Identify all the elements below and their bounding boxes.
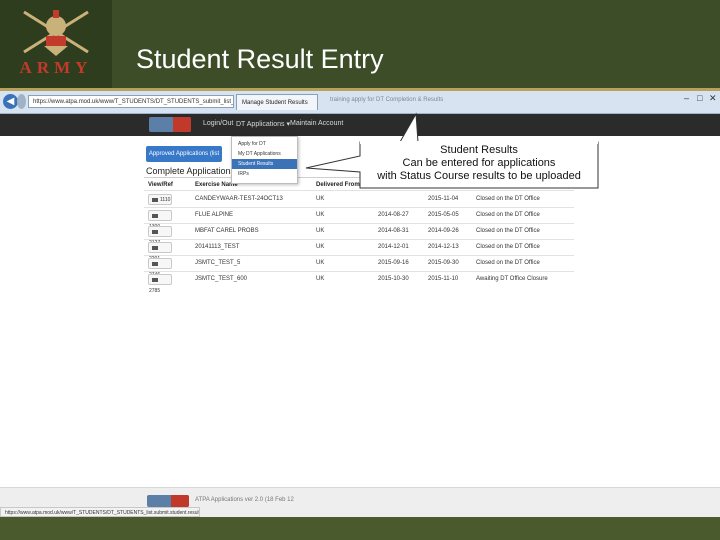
start-date: 2015-09-16	[378, 260, 409, 266]
exercise-name: JSMTC_TEST_5	[195, 260, 241, 266]
row-divider	[144, 223, 574, 224]
nav-dt-applications[interactable]: DT Applications ▾	[236, 120, 290, 128]
exercise-name: JSMTC_TEST_600	[195, 276, 248, 282]
status-text: Closed on the DT Office	[476, 244, 540, 250]
status-text: Closed on the DT Office	[476, 196, 540, 202]
callout-line-3: with Status Course results to be uploade…	[377, 170, 581, 182]
menu-item-apply-for-dt[interactable]: Apply for DT	[232, 139, 297, 149]
folder-icon	[152, 261, 158, 266]
delivered-from: UK	[316, 260, 325, 266]
slide-bottom-band	[0, 517, 720, 540]
address-bar[interactable]: https://www.atpa.mod.uk/www/T_STUDENTS/D…	[28, 95, 234, 108]
folder-icon	[152, 245, 158, 250]
end-date: 2015-09-30	[428, 260, 459, 266]
row-divider	[144, 207, 574, 208]
start-date: 2014-12-01	[378, 244, 409, 250]
end-date: 2015-11-04	[428, 196, 459, 202]
atpa-logo	[149, 117, 191, 132]
footer-atpa-logo	[147, 495, 189, 507]
view-button[interactable]: 1300	[148, 210, 172, 230]
start-date: 2014-08-31	[378, 228, 409, 234]
view-button[interactable]: 2746	[148, 258, 172, 278]
folder-icon	[152, 197, 158, 202]
army-logo: ARMY	[0, 0, 112, 88]
status-text: Closed on the DT Office	[476, 212, 540, 218]
folder-icon	[152, 229, 158, 234]
footer-version: ATPA Applications ver 2.0 (18 Feb 12	[195, 497, 294, 503]
slide-title: Student Result Entry	[136, 44, 384, 74]
forward-arrow-icon[interactable]	[17, 94, 26, 109]
nav-login-out[interactable]: Login/Out	[203, 120, 233, 127]
atpa-logo-red	[173, 117, 191, 132]
row-divider	[144, 255, 574, 256]
start-date: 2014-08-27	[378, 212, 409, 218]
exercise-name: FLUE ALPINE	[195, 212, 234, 218]
callout-text: Student Results Can be entered for appli…	[358, 144, 600, 183]
callout-line-1: Student Results	[440, 144, 518, 156]
end-date: 2014-12-13	[428, 244, 459, 250]
callout-line-2: Can be entered for applications	[402, 157, 556, 169]
col-view-ref: View/Ref	[148, 182, 173, 188]
status-text: Awaiting DT Office Closure	[476, 276, 548, 282]
view-button[interactable]: 2201	[148, 242, 172, 262]
start-date: 2015-10-30	[378, 276, 409, 282]
view-button[interactable]: 1110	[148, 194, 172, 205]
army-logo-text: ARMY	[19, 58, 93, 77]
delivered-from: UK	[316, 244, 325, 250]
exercise-name: CANDEYWAAR-TEST-24OCT13	[195, 196, 283, 202]
menu-item-student-results[interactable]: Student Results	[232, 159, 297, 169]
status-text: Closed on the DT Office	[476, 260, 540, 266]
row-divider	[144, 239, 574, 240]
delivered-from: UK	[316, 196, 325, 202]
menu-item-irps[interactable]: IRPs	[232, 169, 297, 179]
end-date: 2015-11-10	[428, 276, 459, 282]
end-date: 2014-09-26	[428, 228, 459, 234]
end-date: 2015-05-05	[428, 212, 459, 218]
delivered-from: UK	[316, 276, 325, 282]
dt-applications-dropdown: Apply for DT My DT Applications Student …	[231, 136, 298, 184]
minimize-icon[interactable]: –	[684, 93, 689, 103]
row-divider	[144, 271, 574, 272]
view-button[interactable]: 2127	[148, 226, 172, 246]
crest-icon	[23, 10, 89, 56]
status-bar-url: https://www.atpa.mod.uk/www/T_STUDENTS/D…	[0, 507, 200, 517]
maximize-icon[interactable]: □	[697, 93, 702, 103]
exercise-name: 20141113_TEST	[195, 244, 240, 250]
back-arrow-icon[interactable]: ◀	[3, 94, 18, 109]
view-button[interactable]: 2785	[148, 274, 172, 294]
menu-item-my-dt-applications[interactable]: My DT Applications	[232, 149, 297, 159]
folder-icon	[152, 213, 158, 218]
delivered-from: UK	[316, 228, 325, 234]
footer-atpa-logo-red	[171, 495, 189, 507]
folder-icon	[152, 277, 158, 282]
delivered-from: UK	[316, 212, 325, 218]
exercise-name: MBFAT CAREL PROBS	[195, 228, 259, 234]
slide-header: ARMY Student Result Entry	[0, 0, 720, 88]
close-icon[interactable]: ✕	[709, 93, 717, 104]
status-text: Closed on the DT Office	[476, 228, 540, 234]
browser-title-text: training apply for DT Completion & Resul…	[330, 97, 444, 103]
approved-applications-button[interactable]: Approved Applications (list	[146, 146, 222, 162]
